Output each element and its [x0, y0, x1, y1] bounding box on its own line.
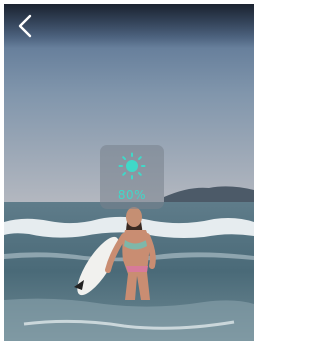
photo-viewer-screen: 80% — [4, 4, 254, 341]
back-button[interactable] — [14, 12, 38, 40]
sun-icon — [118, 152, 146, 180]
top-bar — [4, 4, 254, 48]
chevron-left-icon — [18, 14, 32, 38]
brightness-indicator: 80% — [100, 145, 164, 209]
brightness-value: 80% — [117, 188, 147, 202]
